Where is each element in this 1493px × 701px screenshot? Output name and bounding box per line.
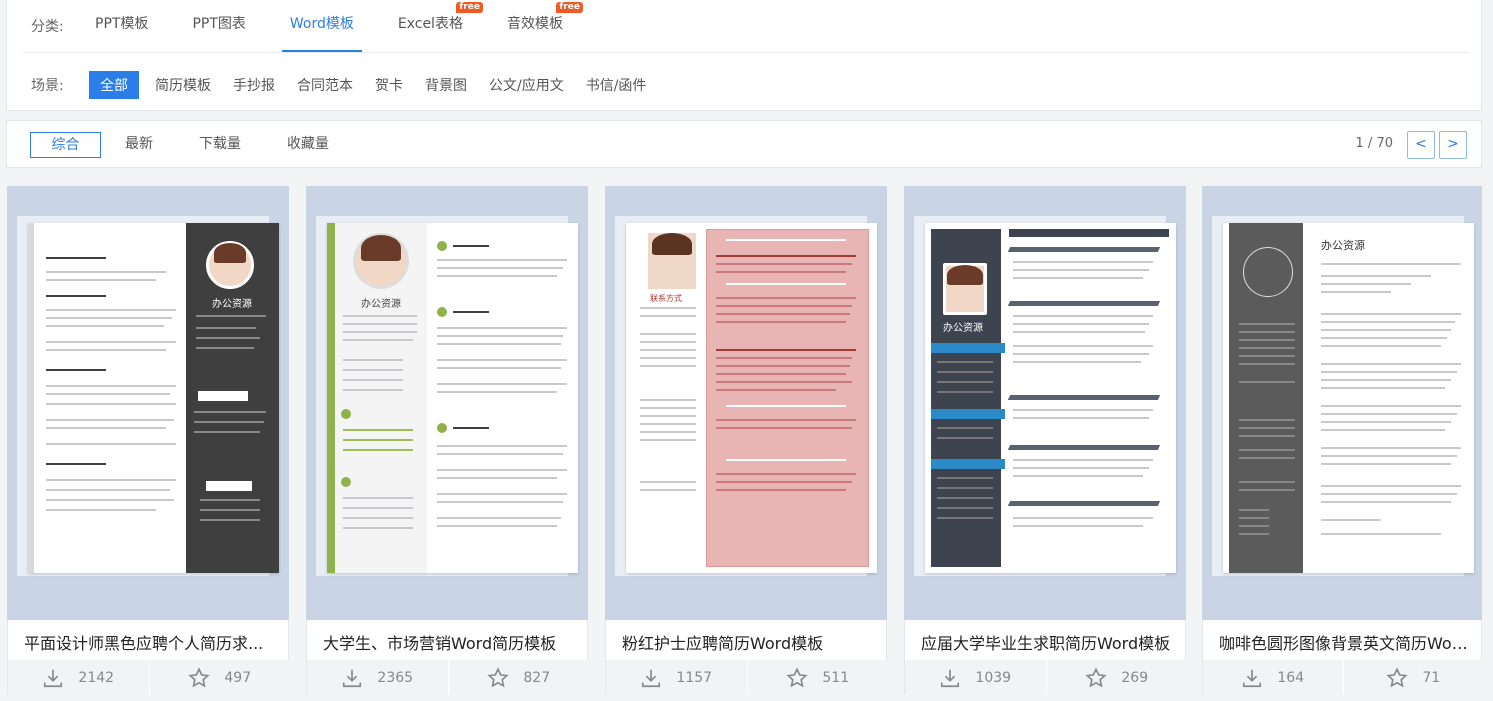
resume-preview: 联系方式	[626, 223, 877, 573]
tab-excel[interactable]: Excel表格 free	[397, 0, 483, 52]
prev-page-button[interactable]: <	[1407, 131, 1435, 159]
template-thumbnail[interactable]: 办公资源	[306, 186, 588, 620]
template-card[interactable]: 办公资源	[904, 186, 1187, 695]
card-title[interactable]: 粉红护士应聘简历Word模板	[622, 630, 874, 654]
resume-preview: 办公资源	[28, 223, 279, 573]
free-badge: free	[556, 2, 583, 13]
download-count[interactable]: 164	[1203, 660, 1343, 695]
scene-all[interactable]: 全部	[89, 71, 139, 99]
card-title[interactable]: 平面设计师黑色应聘个人简历求...	[24, 630, 276, 654]
favorite-count-value: 497	[224, 669, 252, 686]
card-stats: 2365 827	[307, 660, 589, 695]
favorite-count[interactable]: 269	[1045, 660, 1188, 695]
template-card[interactable]: 联系方式 粉红护士应聘简历Word模板 1157 511	[605, 186, 888, 695]
scene-contract[interactable]: 合同范本	[297, 72, 353, 98]
card-info: 粉红护士应聘简历Word模板 1157 511	[605, 620, 888, 695]
tab-sound-effects[interactable]: 音效模板 free	[506, 0, 583, 52]
tab-ppt-template[interactable]: PPT模板	[95, 0, 148, 52]
favorite-count[interactable]: 497	[148, 660, 291, 695]
category-row: 分类: PPT模板 PPT图表 Word模板 Excel表格 free 音效模板 f…	[31, 0, 607, 52]
tab-excel-label: Excel表格	[397, 16, 463, 32]
card-info: 大学生、市场营销Word简历模板 2365 827	[306, 620, 589, 695]
resume-name: 办公资源	[1321, 239, 1365, 252]
template-card[interactable]: 办公资源 咖啡色圆形图像背景英文简历Wor... 164 71	[1202, 186, 1483, 695]
resume-section: 联系方式	[650, 294, 682, 303]
star-icon	[1386, 666, 1408, 687]
card-info: 咖啡色圆形图像背景英文简历Wor... 164 71	[1202, 620, 1483, 695]
scene-greeting-card[interactable]: 贺卡	[375, 72, 403, 98]
free-badge: free	[456, 2, 483, 13]
card-stats: 1157 511	[606, 660, 888, 695]
resume-preview: 办公资源	[1223, 223, 1474, 573]
download-icon	[941, 669, 960, 687]
scene-official-doc[interactable]: 公文/应用文	[489, 72, 564, 98]
sort-downloads[interactable]: 下载量	[199, 132, 241, 158]
divider	[23, 52, 1469, 53]
download-icon	[1243, 669, 1262, 687]
next-page-button[interactable]: >	[1439, 131, 1467, 159]
favorite-count-value: 71	[1422, 669, 1441, 686]
favorite-count-value: 827	[523, 669, 551, 686]
download-count-value: 2142	[78, 669, 115, 686]
template-thumbnail[interactable]: 办公资源	[1202, 186, 1482, 620]
card-stats: 1039 269	[905, 660, 1187, 695]
scene-background[interactable]: 背景图	[425, 72, 467, 98]
scene-resume[interactable]: 简历模板	[155, 72, 211, 98]
favorite-count-value: 269	[1121, 669, 1149, 686]
template-card[interactable]: 办公资源	[7, 186, 290, 695]
card-stats: 2142 497	[8, 660, 290, 695]
download-count[interactable]: 1039	[905, 660, 1046, 695]
resume-name: 办公资源	[361, 299, 401, 310]
page-info: 1 / 70	[1355, 136, 1393, 151]
tab-ppt-chart[interactable]: PPT图表	[192, 0, 245, 52]
favorite-count[interactable]: 511	[746, 660, 889, 695]
template-card[interactable]: 办公资源	[306, 186, 589, 695]
scene-row: 场景: 全部 简历模板 手抄报 合同范本 贺卡 背景图 公文/应用文 书信/函件	[31, 71, 668, 99]
download-count-value: 2365	[377, 669, 414, 686]
download-count-value: 164	[1277, 669, 1305, 686]
download-icon	[44, 669, 63, 687]
scene-letter[interactable]: 书信/函件	[586, 72, 647, 98]
download-icon	[343, 669, 362, 687]
sort-latest[interactable]: 最新	[125, 132, 153, 158]
card-info: 应届大学毕业生求职简历Word模板 1039 269	[904, 620, 1187, 695]
favorite-count[interactable]: 827	[447, 660, 590, 695]
resume-preview: 办公资源	[327, 223, 578, 573]
download-count[interactable]: 1157	[606, 660, 747, 695]
scene-label: 场景:	[31, 78, 64, 94]
download-count[interactable]: 2365	[307, 660, 448, 695]
template-thumbnail[interactable]: 办公资源	[904, 186, 1186, 620]
star-icon	[1085, 666, 1107, 687]
sort-favorites[interactable]: 收藏量	[287, 132, 329, 158]
card-title[interactable]: 应届大学毕业生求职简历Word模板	[921, 630, 1173, 654]
tab-sound-label: 音效模板	[506, 16, 563, 32]
category-label: 分类:	[31, 19, 64, 35]
download-count-value: 1157	[676, 669, 713, 686]
download-icon	[642, 669, 661, 687]
sort-bar: 综合 最新 下载量 收藏量 1 / 70 < >	[6, 120, 1482, 168]
scene-handwritten-paper[interactable]: 手抄报	[233, 72, 275, 98]
template-thumbnail[interactable]: 办公资源	[7, 186, 289, 620]
download-count-value: 1039	[975, 669, 1012, 686]
card-info: 平面设计师黑色应聘个人简历求... 2142 497	[7, 620, 290, 695]
favorite-count-value: 511	[822, 669, 850, 686]
sort-comprehensive[interactable]: 综合	[30, 132, 101, 158]
resume-name: 办公资源	[212, 299, 252, 310]
filter-panel: 分类: PPT模板 PPT图表 Word模板 Excel表格 free 音效模板 f…	[6, 0, 1482, 111]
star-icon	[487, 666, 509, 687]
card-title[interactable]: 大学生、市场营销Word简历模板	[323, 630, 575, 654]
tab-word-template[interactable]: Word模板	[281, 0, 362, 52]
card-title[interactable]: 咖啡色圆形图像背景英文简历Wor...	[1219, 630, 1469, 654]
star-icon	[188, 666, 210, 687]
star-icon	[786, 666, 808, 687]
resume-name: 办公资源	[943, 323, 983, 334]
resume-preview: 办公资源	[925, 223, 1176, 573]
download-count[interactable]: 2142	[8, 660, 149, 695]
card-stats: 164 71	[1203, 660, 1483, 695]
template-thumbnail[interactable]: 联系方式	[605, 186, 887, 620]
favorite-count[interactable]: 71	[1342, 660, 1484, 695]
